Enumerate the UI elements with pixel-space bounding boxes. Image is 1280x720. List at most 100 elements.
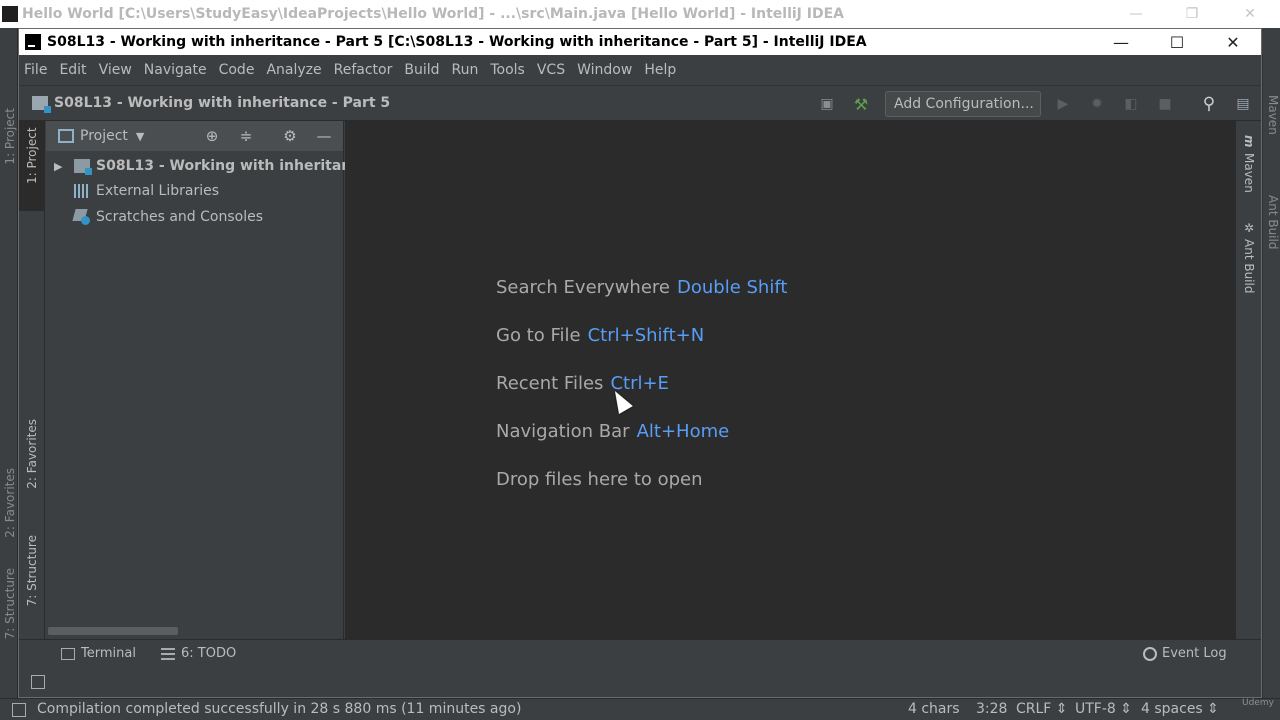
expand-arrow-icon[interactable]: ▶: [54, 160, 66, 173]
menu-tools[interactable]: Tools: [490, 62, 525, 78]
project-structure-icon[interactable]: ▤: [1233, 94, 1253, 114]
hint-shortcut: Double Shift: [677, 277, 788, 298]
hint-label: Go to File: [496, 325, 581, 346]
tree-item-label: Scratches and Consoles: [96, 209, 263, 225]
menu-code[interactable]: Code: [219, 62, 255, 78]
menu-window[interactable]: Window: [577, 62, 632, 78]
hint-go-to-file: Go to File Ctrl+Shift+N: [496, 325, 704, 346]
chevron-down-icon[interactable]: ▼: [136, 130, 144, 143]
project-panel: Project ▼ ⊕ ≑ ⚙ — ▶ S08L13 - Working wit…: [46, 121, 369, 639]
bg-tab-favorites[interactable]: 2: Favorites: [3, 468, 17, 538]
menu-help[interactable]: Help: [644, 62, 676, 78]
toggle-tool-windows-icon[interactable]: [31, 675, 45, 689]
terminal-label: Terminal: [81, 646, 136, 661]
menu-view[interactable]: View: [99, 62, 132, 78]
tree-item-scratches[interactable]: Scratches and Consoles: [74, 205, 263, 229]
hint-label: Search Everywhere: [496, 277, 670, 298]
libraries-icon: [74, 184, 90, 198]
minimize-icon[interactable]: —: [1093, 29, 1149, 55]
coverage-icon[interactable]: ◧: [1121, 94, 1141, 114]
menu-run[interactable]: Run: [452, 62, 479, 78]
status-layout-icon[interactable]: [12, 703, 26, 717]
add-configuration-button[interactable]: Add Configuration...: [885, 91, 1041, 117]
tab-structure[interactable]: 7: Structure: [25, 535, 39, 606]
tree-item-external-libraries[interactable]: External Libraries: [74, 179, 219, 203]
bg-tab-project[interactable]: 1: Project: [3, 108, 17, 165]
terminal-tab[interactable]: Terminal: [61, 646, 136, 661]
bg-restore-icon[interactable]: ❐: [1172, 0, 1212, 28]
todo-list-icon: [161, 647, 175, 660]
right-tool-strip: m Maven ✲ Ant Build: [1235, 121, 1261, 639]
status-indent[interactable]: 4 spaces ⇕: [1141, 701, 1219, 717]
hint-recent-files: Recent Files Ctrl+E: [496, 373, 669, 394]
maximize-icon[interactable]: ☐: [1149, 29, 1205, 55]
maven-icon: m: [1242, 135, 1256, 148]
hint-shortcut: Ctrl+Shift+N: [587, 325, 705, 346]
status-strip: [19, 669, 1261, 697]
tree-item-label: S08L13 - Working with inheritance: [96, 158, 370, 174]
debug-icon[interactable]: ✹: [1087, 94, 1107, 114]
event-log-tab[interactable]: Event Log: [1143, 646, 1227, 661]
terminal-icon: [61, 647, 75, 660]
menu-refactor[interactable]: Refactor: [334, 62, 393, 78]
status-selection-chars: 4 chars: [908, 701, 960, 717]
window-titlebar[interactable]: S08L13 - Working with inheritance - Part…: [19, 29, 1261, 55]
ide-window: S08L13 - Working with inheritance - Part…: [18, 28, 1262, 698]
breadcrumb[interactable]: S08L13 - Working with inheritance - Part…: [54, 95, 390, 111]
stop-icon[interactable]: ■: [1155, 94, 1175, 114]
search-icon[interactable]: ⚲: [1199, 94, 1219, 114]
status-encoding[interactable]: UTF-8 ⇕: [1075, 701, 1132, 717]
navigation-bar: S08L13 - Working with inheritance - Part…: [19, 85, 1261, 121]
intellij-app-icon: [2, 6, 18, 22]
todo-tab[interactable]: 6: TODO: [161, 646, 236, 661]
hint-search-everywhere: Search Everywhere Double Shift: [496, 277, 787, 298]
menu-analyze[interactable]: Analyze: [266, 62, 321, 78]
tab-ant-build[interactable]: Ant Build: [1242, 239, 1256, 293]
tab-project[interactable]: 1: Project: [19, 121, 45, 211]
run-anything-icon[interactable]: ▣: [817, 94, 837, 114]
scratches-icon: [74, 209, 90, 225]
status-caret-position[interactable]: 3:28: [976, 701, 1007, 717]
bg-close-icon[interactable]: ✕: [1230, 0, 1270, 28]
ide-body: 1: Project 2: Favorites 7: Structure Pro…: [19, 121, 1261, 639]
bg-tab-maven[interactable]: Maven: [1266, 95, 1280, 135]
close-icon[interactable]: ✕: [1205, 29, 1261, 55]
run-icon[interactable]: ▶: [1053, 94, 1073, 114]
horizontal-scrollbar[interactable]: [48, 627, 178, 635]
hide-panel-icon[interactable]: —: [314, 126, 334, 146]
status-message[interactable]: Compilation completed successfully in 28…: [37, 701, 521, 717]
tab-maven[interactable]: Maven: [1242, 153, 1256, 193]
collapse-all-icon[interactable]: ≑: [236, 126, 256, 146]
locate-crosshair-icon[interactable]: ⊕: [202, 126, 222, 146]
menu-bar: File Edit View Navigate Code Analyze Ref…: [19, 55, 1261, 85]
hint-shortcut: Alt+Home: [636, 421, 730, 442]
gear-icon[interactable]: ⚙: [280, 126, 300, 146]
window-title: S08L13 - Working with inheritance - Part…: [47, 34, 867, 50]
project-view-selector[interactable]: Project: [80, 128, 128, 144]
hint-navigation-bar: Navigation Bar Alt+Home: [496, 421, 729, 442]
status-line-separator[interactable]: CRLF ⇕: [1016, 701, 1068, 717]
project-panel-header: Project ▼ ⊕ ≑ ⚙ —: [46, 121, 343, 151]
menu-file[interactable]: File: [24, 62, 47, 78]
ant-icon: ✲: [1242, 221, 1256, 235]
menu-build[interactable]: Build: [404, 62, 439, 78]
build-hammer-icon[interactable]: ⚒: [851, 94, 871, 114]
hint-drop-files: Drop files here to open: [496, 469, 703, 490]
background-window-titlebar[interactable]: Hello World [C:\Users\StudyEasy\IdeaProj…: [0, 0, 1280, 28]
menu-vcs[interactable]: VCS: [537, 62, 565, 78]
left-tool-strip: 1: Project 2: Favorites 7: Structure: [19, 121, 45, 639]
menu-navigate[interactable]: Navigate: [144, 62, 207, 78]
tree-item-project-root[interactable]: ▶ S08L13 - Working with inheritance: [46, 154, 369, 178]
hint-label: Recent Files: [496, 373, 604, 394]
background-right-strip: Maven Ant Build: [1262, 55, 1280, 720]
tree-item-label: External Libraries: [96, 183, 219, 199]
bg-minimize-icon[interactable]: —: [1116, 0, 1156, 28]
editor-area[interactable]: Search Everywhere Double Shift Go to File…: [345, 121, 1235, 639]
project-folder-icon: [32, 96, 51, 113]
tool-window-bar: Terminal 6: TODO Event Log: [19, 639, 1261, 669]
module-folder-icon: [74, 159, 92, 175]
menu-edit[interactable]: Edit: [59, 62, 86, 78]
bg-tab-structure[interactable]: 7: Structure: [3, 568, 17, 639]
tab-favorites[interactable]: 2: Favorites: [25, 419, 39, 489]
bg-tab-ant-build[interactable]: Ant Build: [1266, 195, 1280, 249]
